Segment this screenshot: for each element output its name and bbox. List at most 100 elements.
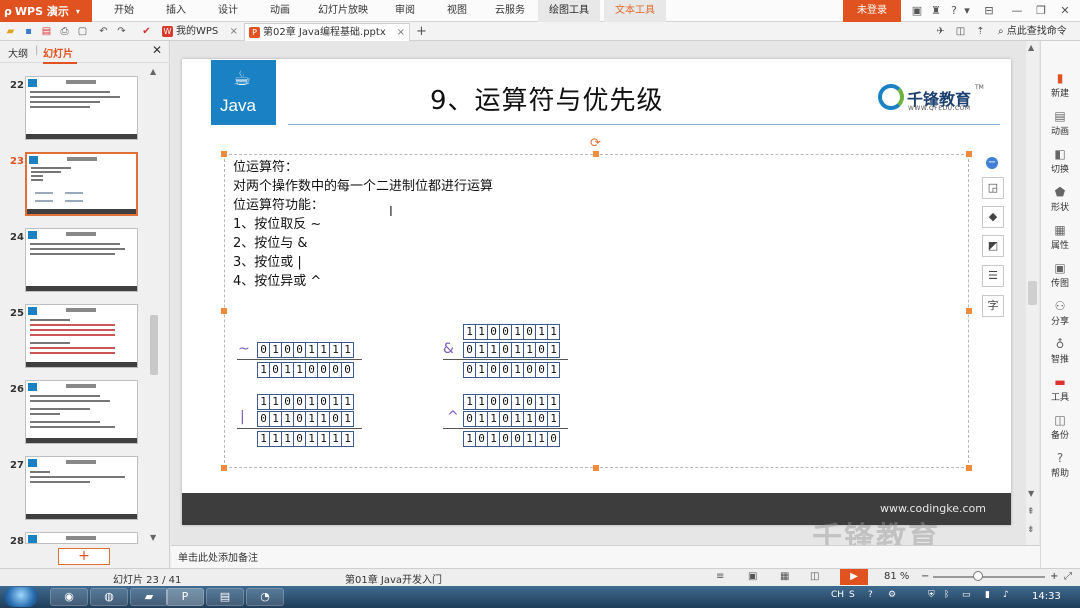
resize-handle[interactable] — [966, 308, 972, 314]
menu-review[interactable]: 审阅 — [385, 0, 425, 22]
panel-share[interactable]: ⚇ 分享 — [1040, 298, 1080, 327]
outline-icon[interactable]: ◩ — [982, 235, 1004, 257]
scroll-thumb[interactable] — [1028, 281, 1037, 305]
wps-presentation-icon[interactable]: P — [166, 588, 204, 606]
help-tray-icon[interactable]: ? — [868, 590, 873, 600]
bluetooth-icon[interactable]: ᛒ — [944, 590, 949, 600]
reading-view-icon[interactable]: ◫ — [810, 571, 819, 582]
wps-app-menu-button[interactable]: ρ WPS 演示 ▾ — [0, 0, 92, 22]
input-language[interactable]: CH — [831, 590, 844, 600]
print-preview-icon[interactable]: ▢ — [76, 25, 89, 38]
volume-icon[interactable]: ♪ — [1003, 590, 1009, 600]
panel-backup[interactable]: ◫ 备份 — [1040, 412, 1080, 441]
panel-shapes[interactable]: ⬟ 形状 — [1040, 184, 1080, 213]
maximize-icon[interactable]: ❐ — [1034, 4, 1048, 18]
slide-thumbnail[interactable] — [25, 532, 138, 544]
scroll-thumb[interactable] — [150, 315, 158, 375]
play-slideshow-button[interactable]: ▶ — [840, 569, 868, 585]
pin-icon[interactable]: ✈ — [934, 25, 947, 38]
menu-view[interactable]: 视图 — [437, 0, 477, 22]
up-arrow-icon[interactable]: ⇡ — [974, 25, 987, 38]
scroll-down-icon[interactable]: ▼ — [1028, 489, 1034, 498]
login-button[interactable]: 未登录 — [843, 0, 901, 22]
resize-handle[interactable] — [221, 151, 227, 157]
chrome-icon[interactable]: ◉ — [50, 588, 88, 606]
menu-design[interactable]: 设计 — [208, 0, 248, 22]
restore-ribbon-icon[interactable]: ⊟ — [982, 4, 996, 18]
scroll-down-icon[interactable]: ▼ — [150, 533, 156, 542]
tab-outline[interactable]: 大纲 — [8, 45, 28, 60]
slide-thumbnail[interactable] — [25, 304, 138, 368]
pdf-export-icon[interactable]: ▤ — [40, 25, 53, 38]
add-slide-button[interactable]: + — [58, 548, 110, 565]
format-painter-icon[interactable]: ✔ — [140, 25, 153, 38]
panel-transition[interactable]: ◧ 切换 — [1040, 146, 1080, 175]
slide-thumbnail[interactable] — [25, 76, 138, 140]
close-icon[interactable]: × — [230, 23, 238, 41]
zoom-slider-knob[interactable] — [973, 571, 983, 581]
notes-placeholder[interactable]: 单击此处添加备注 — [178, 549, 258, 564]
slide-title[interactable]: 9、运算符与优先级 — [430, 80, 664, 117]
slide-thumbnail[interactable] — [25, 456, 138, 520]
resize-handle[interactable] — [221, 465, 227, 471]
print-icon[interactable]: ⎙ — [58, 25, 71, 38]
menu-drawing-tools[interactable]: 绘图工具 — [538, 0, 600, 22]
tab-document[interactable]: P 第02章 Java编程基础.pptx × — [244, 23, 410, 41]
panel-animation[interactable]: ▤ 动画 — [1040, 108, 1080, 137]
notepad-icon[interactable]: ▤ — [206, 588, 244, 606]
collapse-tools-icon[interactable]: − — [986, 157, 998, 169]
settings-tray-icon[interactable]: ⚙ — [888, 590, 896, 600]
command-search[interactable]: ⌕ 点此查找命令 — [998, 22, 1067, 41]
edit-shape-icon[interactable]: ◲ — [982, 177, 1004, 199]
menu-slideshow[interactable]: 幻灯片放映 — [312, 0, 374, 22]
chevron-down-icon[interactable]: ▾ — [960, 4, 974, 18]
scroll-up-icon[interactable]: ▲ — [1028, 43, 1034, 52]
notes-pane[interactable] — [171, 545, 1040, 568]
zoom-out-button[interactable]: − — [921, 571, 929, 582]
menu-start[interactable]: 开始 — [104, 0, 144, 22]
shield-icon[interactable]: ⛨ — [928, 590, 935, 600]
resize-handle[interactable] — [221, 308, 227, 314]
rotate-handle-icon[interactable]: ⟳ — [590, 136, 601, 151]
display-icon[interactable]: ▭ — [962, 590, 971, 600]
firefox-icon[interactable]: ◍ — [90, 588, 128, 606]
slide-thumbnail-selected[interactable] — [25, 152, 138, 216]
panel-help[interactable]: ? 帮助 — [1040, 450, 1080, 479]
zoom-level[interactable]: 81 % — [884, 571, 909, 582]
minimize-icon[interactable]: — — [1010, 4, 1024, 18]
close-panel-icon[interactable]: ✕ — [152, 43, 162, 57]
slide-panel-scrollbar[interactable]: ▲ ▼ — [148, 65, 160, 545]
menu-text-tools[interactable]: 文本工具 — [604, 0, 666, 22]
tab-slides[interactable]: 幻灯片 — [43, 45, 73, 60]
panel-new[interactable]: ▮ 新建 — [1040, 70, 1080, 99]
redo-icon[interactable]: ↷ — [115, 25, 128, 38]
normal-view-icon[interactable]: ▣ — [748, 571, 757, 582]
app-icon[interactable]: ◔ — [246, 588, 284, 606]
skin-icon[interactable]: ▣ — [910, 4, 924, 18]
open-folder-icon[interactable]: ▰ — [4, 25, 17, 38]
prev-slide-icon[interactable]: ⇞ — [1027, 507, 1035, 517]
resize-handle[interactable] — [966, 151, 972, 157]
explorer-icon[interactable]: ▰ — [130, 588, 168, 606]
document-icon[interactable]: ◫ — [954, 25, 967, 38]
resize-handle[interactable] — [966, 465, 972, 471]
menu-insert[interactable]: 插入 — [156, 0, 196, 22]
fill-icon[interactable]: ◆ — [982, 206, 1004, 228]
panel-properties[interactable]: ▦ 属性 — [1040, 222, 1080, 251]
new-tab-icon[interactable]: + — [415, 25, 428, 38]
resize-handle[interactable] — [593, 151, 599, 157]
scroll-up-icon[interactable]: ▲ — [150, 67, 156, 76]
panel-tools[interactable]: ▬ 工具 — [1040, 374, 1080, 403]
text-wrap-icon[interactable]: 字 — [982, 295, 1004, 317]
input-method-icon[interactable]: S — [849, 590, 855, 600]
shirt-icon[interactable]: ♜ — [929, 4, 943, 18]
notes-toggle-icon[interactable]: ≡ — [716, 571, 724, 582]
undo-icon[interactable]: ↶ — [97, 25, 110, 38]
panel-upload-image[interactable]: ▣ 传图 — [1040, 260, 1080, 289]
tab-my-wps[interactable]: W 我的WPS × — [158, 23, 242, 41]
panel-recommend[interactable]: ♁ 智推 — [1040, 336, 1080, 365]
next-slide-icon[interactable]: ⇟ — [1027, 525, 1035, 535]
resize-handle[interactable] — [593, 465, 599, 471]
close-icon[interactable]: ✕ — [1058, 4, 1072, 18]
menu-animation[interactable]: 动画 — [260, 0, 300, 22]
